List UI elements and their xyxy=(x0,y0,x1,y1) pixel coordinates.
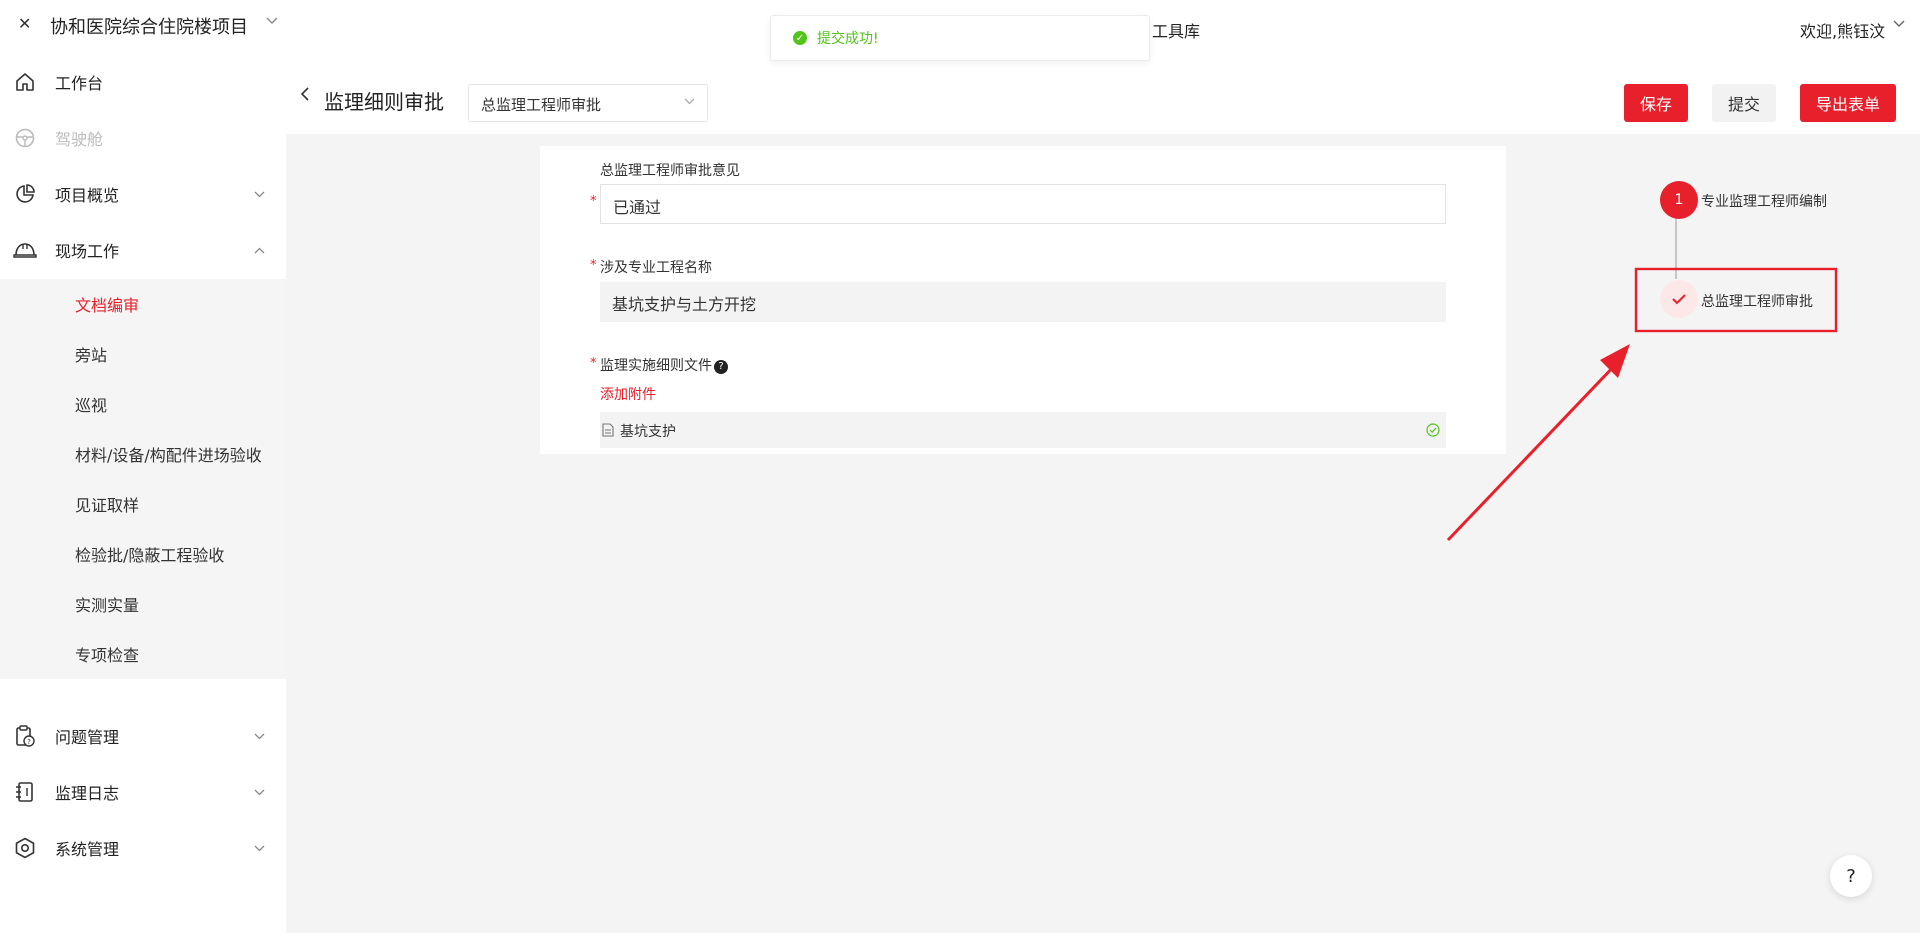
chevron-down-icon[interactable] xyxy=(1893,17,1905,32)
project-name[interactable]: 协和医院综合住院楼项目 xyxy=(50,13,248,39)
sidebar-item-label: 现场工作 xyxy=(55,242,120,261)
sidebar-item-label: 问题管理 xyxy=(55,728,120,747)
chevron-down-icon xyxy=(254,785,265,799)
welcome-user[interactable]: 欢迎,熊钰汶 xyxy=(1800,18,1885,42)
pie-chart-icon xyxy=(13,182,37,206)
helmet-icon xyxy=(13,238,37,262)
submenu-item-witness-sampling[interactable]: 见证取样 xyxy=(75,492,139,516)
annotation-arrow-overlay xyxy=(1446,267,1838,542)
annotation-arrow-line xyxy=(1446,360,1620,542)
sidebar-item-site-work[interactable]: 现场工作 xyxy=(0,222,286,278)
highlight-box xyxy=(1634,267,1838,333)
clipboard-question-icon: ? xyxy=(13,724,37,748)
sidebar-item-cockpit[interactable]: 驾驶舱 xyxy=(0,110,286,166)
check-circle-icon: ✓ xyxy=(793,31,807,45)
sidebar-item-label: 项目概览 xyxy=(55,186,120,205)
back-arrow-icon[interactable] xyxy=(300,86,310,107)
notebook-icon xyxy=(13,780,37,804)
sidebar-item-label: 驾驶舱 xyxy=(55,130,104,149)
file-label-text: 监理实施细则文件 xyxy=(600,358,712,374)
help-button[interactable]: ? xyxy=(1830,855,1872,897)
chevron-down-icon xyxy=(254,841,265,855)
submenu-item-side-station[interactable]: 旁站 xyxy=(75,342,107,366)
close-icon[interactable]: ✕ xyxy=(18,14,31,33)
help-icon[interactable]: ? xyxy=(714,359,728,374)
submenu-item-document-review[interactable]: 文档编审 xyxy=(75,292,139,316)
chevron-down-icon xyxy=(684,95,695,108)
stage-select[interactable]: 总监理工程师审批 xyxy=(468,84,708,122)
submenu-item-measurement[interactable]: 实测实量 xyxy=(75,592,139,616)
page-title: 监理细则审批 xyxy=(324,90,444,114)
home-icon xyxy=(13,70,37,94)
step-1-label: 专业监理工程师编制 xyxy=(1701,194,1827,210)
chevron-down-icon xyxy=(254,729,265,743)
sidebar-item-workbench[interactable]: 工作台 xyxy=(0,54,286,110)
project-name-field: 基坑支护与土方开挖 xyxy=(600,282,1446,322)
sidebar-item-label: 工作台 xyxy=(55,74,104,93)
opinion-input[interactable]: 已通过 xyxy=(600,184,1446,224)
toast-message: 提交成功! xyxy=(817,31,879,47)
toolbox-link[interactable]: 工具库 xyxy=(1152,18,1200,42)
form-card: 总监理工程师审批意见 * 已通过 * 涉及专业工程名称 基坑支护与土方开挖 * … xyxy=(540,146,1506,454)
sidebar-item-project-overview[interactable]: 项目概览 xyxy=(0,166,286,222)
success-toast: ✓ 提交成功! xyxy=(770,15,1150,61)
sidebar-item-label: 监理日志 xyxy=(55,784,120,803)
sidebar-item-label: 系统管理 xyxy=(55,840,120,859)
page-header: 监理细则审批 总监理工程师审批 保存 提交 导出表单 xyxy=(286,70,1920,134)
export-form-button[interactable]: 导出表单 xyxy=(1800,84,1896,122)
stage-select-value: 总监理工程师审批 xyxy=(481,96,602,114)
check-circle-icon xyxy=(1426,422,1440,441)
project-name-label: 涉及专业工程名称 xyxy=(600,260,712,276)
step-1-circle: 1 xyxy=(1660,181,1698,219)
attachment-row[interactable]: 基坑支护 xyxy=(600,412,1446,448)
settings-icon xyxy=(13,836,37,860)
required-mark: * xyxy=(590,258,597,273)
submenu-item-inspection-tour[interactable]: 巡视 xyxy=(75,392,107,416)
chevron-up-icon xyxy=(254,243,265,257)
submenu-item-material-acceptance[interactable]: 材料/设备/构配件进场验收 xyxy=(75,442,262,466)
sidebar-item-supervision-log[interactable]: 监理日志 xyxy=(0,764,286,820)
submenu-item-special-inspection[interactable]: 专项检查 xyxy=(75,642,139,666)
save-button[interactable]: 保存 xyxy=(1624,84,1688,122)
document-icon xyxy=(602,422,614,441)
sidebar-item-system-management[interactable]: 系统管理 xyxy=(0,820,286,876)
required-mark: * xyxy=(590,356,597,371)
add-attachment-link[interactable]: 添加附件 xyxy=(600,384,656,404)
attachment-name[interactable]: 基坑支护 xyxy=(620,421,676,441)
steering-wheel-icon xyxy=(13,126,37,150)
file-label: 监理实施细则文件? xyxy=(600,355,728,375)
svg-text:?: ? xyxy=(27,738,31,746)
sidebar: 工作台 驾驶舱 项目概览 现场工作 文档编审 旁站 巡视 材料/设备/构配件进场… xyxy=(0,54,286,933)
opinion-label: 总监理工程师审批意见 xyxy=(600,163,740,179)
site-work-submenu: 文档编审 旁站 巡视 材料/设备/构配件进场验收 见证取样 检验批/隐蔽工程验收… xyxy=(0,279,286,679)
sidebar-item-issue-management[interactable]: ? 问题管理 xyxy=(0,708,286,764)
chevron-down-icon[interactable] xyxy=(266,14,278,29)
required-mark: * xyxy=(590,194,597,209)
submit-button[interactable]: 提交 xyxy=(1712,84,1776,122)
submenu-item-batch-acceptance[interactable]: 检验批/隐蔽工程验收 xyxy=(75,542,224,566)
arrow-head-icon xyxy=(1600,344,1630,378)
chevron-down-icon xyxy=(254,187,265,201)
